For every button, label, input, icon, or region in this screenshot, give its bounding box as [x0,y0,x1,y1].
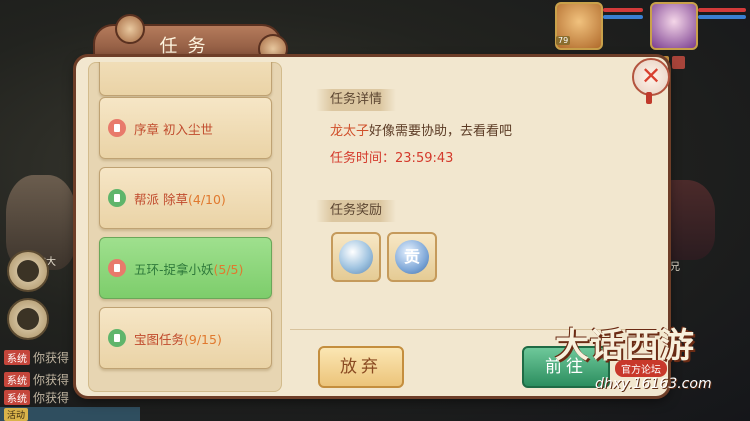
task-time-value: 23:59:43 [395,151,454,166]
task-label: 五环-捉拿小妖(5/5) [134,262,244,277]
chat-text: 你获得 [33,351,70,365]
chat-tag-system: 系统 [4,350,30,365]
watermark-logo: 大话西游 官方论坛 dhxy.16163.com [555,318,745,418]
bottom-tag: 活动 [4,408,29,421]
task-card-prologue[interactable]: 序章 初入尘世 [99,97,272,159]
chat-line: 系统 你获得 [4,389,69,406]
silver-ingot-icon [339,240,373,274]
chat-tag-system: 系统 [4,390,30,405]
task-reward-heading: 任务奖励 [316,200,397,222]
reward-slot-contribution[interactable]: 贡 [387,232,437,282]
task-label: 帮派 除草(4/10) [134,192,226,207]
close-tassel [646,92,652,104]
task-list[interactable]: 序章 初入尘世 帮派 除草(4/10) 五环-捉拿小妖(5/5) 宝图任务(9/… [88,62,282,392]
bottom-bar: 活动 [0,407,140,421]
task-label: 序章 初入尘世 [134,122,213,137]
task-label: 宝图任务(9/15) [134,332,222,347]
person-icon [108,329,126,347]
chat-text: 你获得 [33,391,70,405]
chat-line: 系统 你获得 [4,349,69,366]
npc-name-right: 兄 [670,262,680,273]
chat-line: 系统 你获得 [4,371,69,388]
pet-hp-bar [698,8,746,12]
pet-mp-bar [698,15,746,19]
person-icon [108,189,126,207]
reward-slot-silver[interactable] [331,232,381,282]
scroll-icon [108,259,126,277]
pet-portrait[interactable] [650,2,698,50]
logo-subtitle: 官方论坛 [615,360,667,377]
task-card-five-rings[interactable]: 五环-捉拿小妖(5/5) [99,237,272,299]
abandon-button[interactable]: 放弃 [318,346,404,388]
buff-icon[interactable] [672,56,685,69]
chat-icon[interactable] [7,298,49,340]
npc-name[interactable]: 龙太子 [330,124,369,139]
player-hp-bar [603,8,643,12]
close-icon: ✕ [640,62,662,90]
task-description: 龙太子好像需要协助，去看看吧 [330,124,513,139]
task-card-partial[interactable] [99,62,272,96]
player-level: 79 [556,36,571,45]
task-card-treasure-map[interactable]: 宝图任务(9/15) [99,307,272,369]
chat-tag-system: 系统 [4,372,30,387]
chat-text: 你获得 [33,373,70,387]
player-mp-bar [603,15,643,19]
close-button[interactable]: ✕ [632,58,670,96]
task-detail-heading: 任务详情 [316,89,397,111]
task-time: 任务时间：23:59:43 [330,151,454,166]
team-icon[interactable] [7,250,49,292]
dialog-title: 任务 [159,36,216,57]
contribution-glyph: 贡 [403,247,420,266]
logo-url: dhxy.16163.com [595,376,712,392]
task-card-guild[interactable]: 帮派 除草(4/10) [99,167,272,229]
scroll-icon [108,119,126,137]
